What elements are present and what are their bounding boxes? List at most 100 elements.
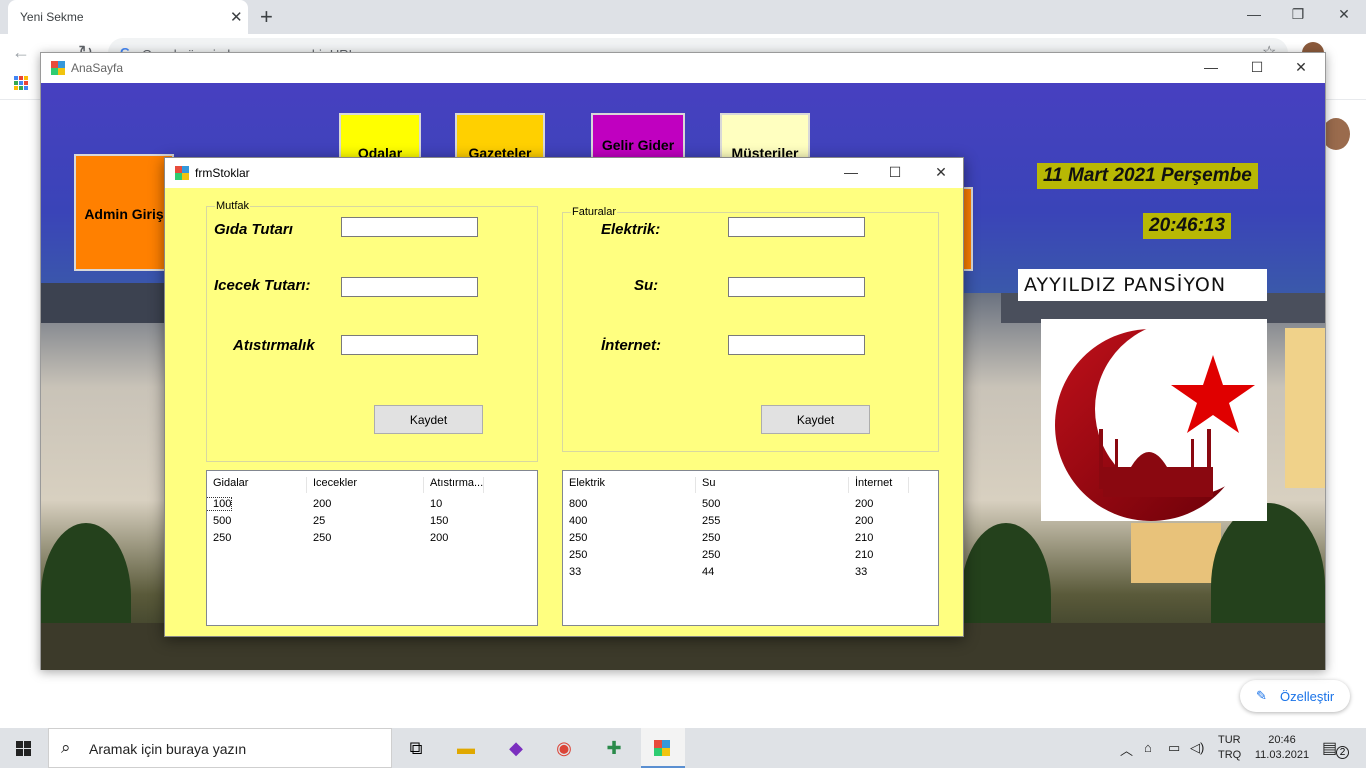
water-input[interactable]: [728, 277, 865, 297]
column-header-internet[interactable]: İnternet: [849, 477, 909, 493]
notification-count: 2: [1336, 746, 1349, 759]
column-header-gidalar[interactable]: Gidalar: [207, 477, 307, 493]
meet-now-icon[interactable]: ⌂: [1144, 740, 1152, 755]
frmstoklar-titlebar: frmStoklar — ☐ ✕: [165, 158, 963, 188]
fatura-row-cell[interactable]: 250: [696, 532, 720, 544]
close-icon[interactable]: ✕: [1291, 59, 1311, 76]
tab-yeni-sekme[interactable]: Yeni Sekme ✕: [8, 0, 248, 34]
maximize-icon[interactable]: ☐: [885, 164, 905, 181]
mutfak-row-cell[interactable]: 200: [424, 532, 448, 544]
lang-line-2: TRQ: [1218, 749, 1242, 761]
close-icon[interactable]: ✕: [1334, 6, 1354, 23]
crescent-star-logo: [1041, 319, 1271, 521]
water-label: Su:: [634, 277, 659, 294]
income-expense-button[interactable]: Gelir Gider: [591, 113, 685, 163]
taskbar: ⌕ Aramak için buraya yazın ⧉ ▬ ◆ ◉ ✚ ︿ ⌂…: [0, 728, 1366, 768]
fatura-row-cell[interactable]: 255: [696, 515, 720, 527]
winforms-app-taskbar-button[interactable]: [641, 728, 685, 768]
clock-date: 11.03.2021: [1254, 749, 1310, 761]
input-language[interactable]: TUR TRQ: [1218, 733, 1241, 763]
mutfak-legend: Mutfak: [215, 200, 251, 212]
fatura-row-cell[interactable]: 250: [696, 549, 720, 561]
column-header-atistirma[interactable]: Atıstırma...: [424, 477, 484, 493]
task-view-icon[interactable]: ⧉: [404, 736, 428, 760]
new-tab-icon[interactable]: +: [260, 4, 273, 30]
window-glow: [1285, 328, 1325, 488]
column-header-icecekler[interactable]: Icecekler: [307, 477, 424, 493]
rooms-button[interactable]: Odalar: [339, 113, 421, 163]
anasayfa-titlebar: AnaSayfa — ☐ ✕: [41, 53, 1325, 83]
customize-label: Özelleştir: [1280, 689, 1335, 704]
date-label: 11 Mart 2021 Perşembe: [1037, 163, 1258, 189]
fatura-row-cell[interactable]: 33: [563, 566, 581, 578]
snack-input[interactable]: [341, 335, 478, 355]
minimize-icon[interactable]: —: [1201, 59, 1221, 75]
fatura-row-cell[interactable]: 400: [563, 515, 587, 527]
minimize-icon[interactable]: —: [841, 164, 861, 180]
fatura-row-cell[interactable]: 250: [563, 532, 587, 544]
close-icon[interactable]: ✕: [931, 164, 951, 181]
show-hidden-icons-icon[interactable]: ︿: [1120, 740, 1133, 759]
faturalar-save-button[interactable]: Kaydet: [761, 405, 870, 434]
volume-icon[interactable]: ◁): [1190, 740, 1204, 756]
mutfak-listview[interactable]: Gidalar Icecekler Atıstırma... 100 200 10 5…: [206, 470, 538, 626]
column-header-elektrik[interactable]: Elektrik: [563, 477, 696, 493]
drink-amount-input[interactable]: [341, 277, 478, 297]
customize-button[interactable]: ✎ Özelleştir: [1240, 680, 1350, 712]
ntp-avatar[interactable]: [1322, 118, 1350, 150]
fatura-row-cell[interactable]: 200: [849, 515, 873, 527]
mutfak-row-cell[interactable]: 150: [424, 515, 448, 527]
form-icon: [51, 61, 65, 75]
taskbar-search[interactable]: ⌕ Aramak için buraya yazın: [48, 728, 392, 768]
food-amount-input[interactable]: [341, 217, 478, 237]
customers-button[interactable]: Müsteriler: [720, 113, 810, 163]
mutfak-row-cell[interactable]: 25: [307, 515, 325, 527]
mutfak-row-cell[interactable]: 250: [307, 532, 331, 544]
fatura-row-cell[interactable]: 44: [696, 566, 714, 578]
visual-studio-icon[interactable]: ◆: [504, 736, 528, 760]
restore-icon[interactable]: ❐: [1288, 6, 1308, 23]
file-explorer-icon[interactable]: ▬: [454, 736, 478, 760]
fatura-row-cell[interactable]: 800: [563, 498, 587, 510]
fatura-row-cell[interactable]: 250: [563, 549, 587, 561]
fatura-row-cell[interactable]: 200: [849, 498, 873, 510]
tab-title: Yeni Sekme: [20, 10, 84, 24]
food-amount-label: Gıda Tutarı: [214, 221, 293, 238]
column-header-su[interactable]: Su: [696, 477, 849, 493]
start-button[interactable]: [0, 728, 48, 768]
mutfak-row-cell[interactable]: 500: [207, 515, 231, 527]
admin-login-button[interactable]: Admin Giriş: [74, 154, 174, 271]
minimize-icon[interactable]: —: [1244, 6, 1264, 22]
anasayfa-title: AnaSayfa: [71, 61, 124, 75]
mutfak-row-cell[interactable]: 250: [207, 532, 231, 544]
pension-name: AYYILDIZ PANSİYON: [1018, 269, 1267, 301]
internet-input[interactable]: [728, 335, 865, 355]
search-placeholder: Aramak için buraya yazın: [89, 741, 247, 757]
mutfak-row-cell[interactable]: 100: [207, 497, 233, 511]
battery-icon[interactable]: ▭: [1168, 740, 1180, 756]
newspapers-button[interactable]: Gazeteler: [455, 113, 545, 163]
fatura-row-cell[interactable]: 210: [849, 549, 873, 561]
chrome-icon[interactable]: ◉: [552, 736, 576, 760]
mutfak-row-cell[interactable]: 10: [424, 498, 442, 510]
admin-login-label: Admin Giriş: [84, 206, 164, 222]
mutfak-row-cell[interactable]: 200: [307, 498, 331, 510]
fatura-listview[interactable]: Elektrik Su İnternet 800 500 200 400 255 200 2…: [562, 470, 939, 626]
internet-label: İnternet:: [601, 337, 661, 354]
back-icon[interactable]: ←: [12, 42, 30, 63]
maximize-icon[interactable]: ☐: [1247, 59, 1267, 76]
tab-close-icon[interactable]: ✕: [230, 8, 243, 26]
fatura-row-cell[interactable]: 210: [849, 532, 873, 544]
income-expense-label: Gelir Gider: [601, 137, 675, 153]
electricity-input[interactable]: [728, 217, 865, 237]
pencil-icon: ✎: [1256, 688, 1267, 703]
vs-installer-icon[interactable]: ✚: [602, 736, 626, 760]
snack-label: Atıstırmalık: [233, 337, 315, 354]
apps-grid-icon[interactable]: [14, 76, 28, 90]
fatura-row-cell[interactable]: 500: [696, 498, 720, 510]
electricity-label: Elektrik:: [601, 221, 661, 238]
notification-icon[interactable]: ▤: [1322, 738, 1337, 758]
mutfak-save-button[interactable]: Kaydet: [374, 405, 483, 434]
fatura-row-cell[interactable]: 33: [849, 566, 867, 578]
taskbar-clock[interactable]: 20:46 11.03.2021: [1252, 733, 1312, 763]
